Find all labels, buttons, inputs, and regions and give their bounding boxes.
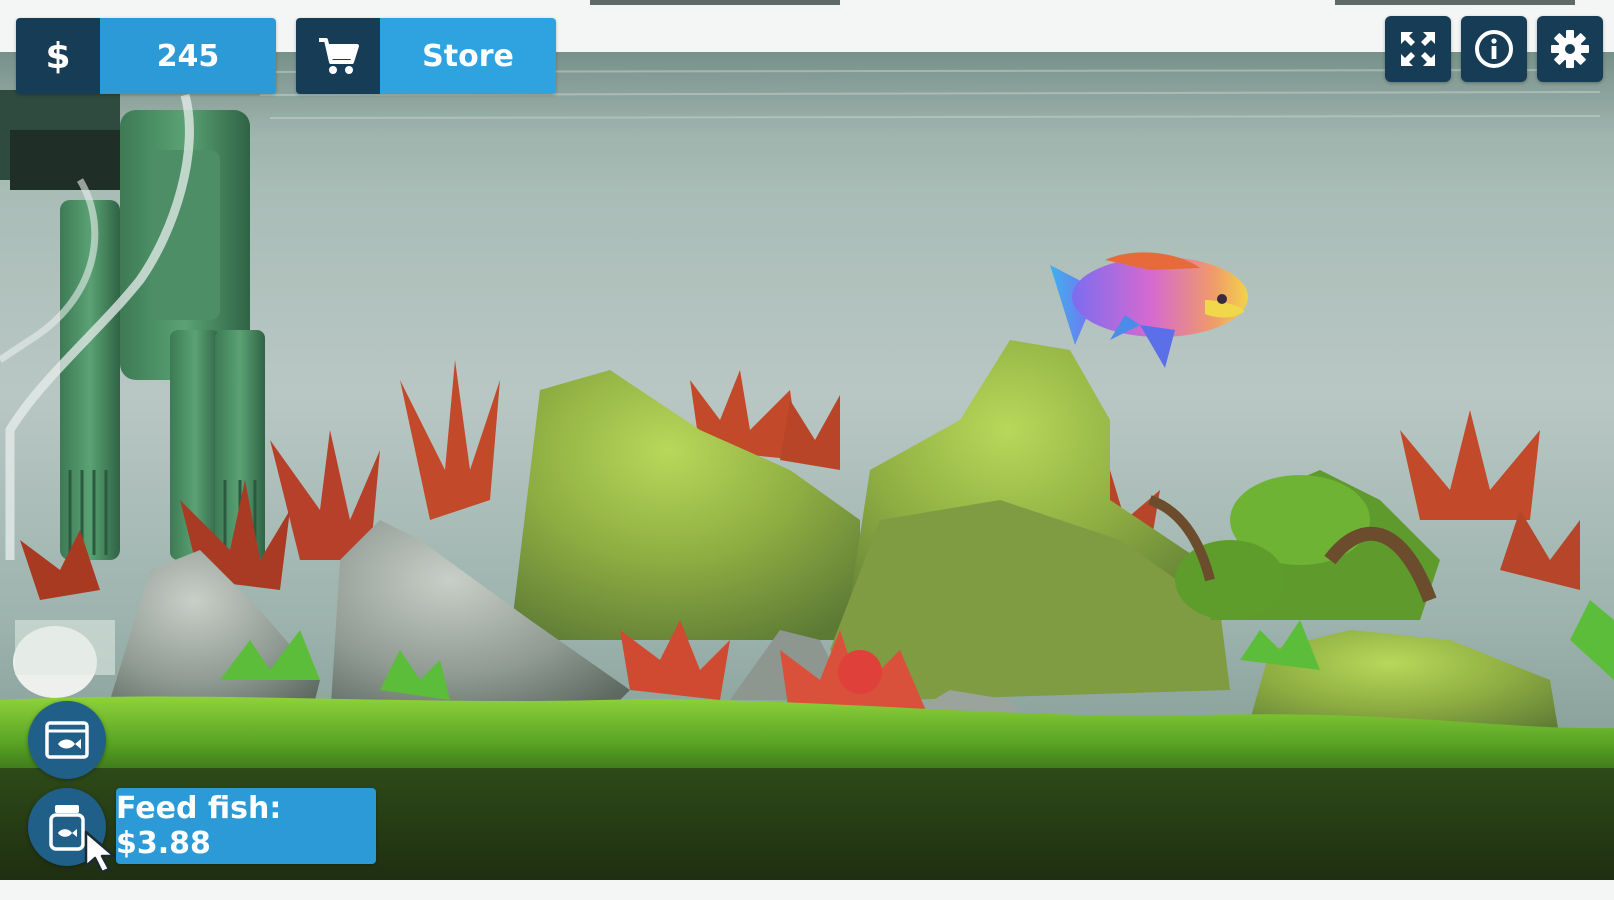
gear-icon [1551,30,1589,68]
aquarium-scene [0,0,1614,900]
money-display: $ 245 [16,18,276,94]
fullscreen-icon [1401,32,1435,66]
game-stage: $ 245 Store Feed fish: $3.88 [0,0,1614,900]
info-icon [1475,30,1513,68]
dollar-icon: $ [16,18,100,94]
info-button[interactable] [1461,16,1527,82]
money-value: 245 [100,18,276,94]
money-symbol: $ [45,35,71,77]
aquarium-icon [45,721,89,759]
tank-button[interactable] [28,701,106,779]
mouse-pointer-icon [84,830,116,874]
settings-button[interactable] [1537,16,1603,82]
shopping-cart-icon [296,18,380,94]
store-label: Store [380,18,556,94]
fullscreen-button[interactable] [1385,16,1451,82]
store-button[interactable]: Store [296,18,556,94]
feed-price-tooltip: Feed fish: $3.88 [116,788,376,864]
